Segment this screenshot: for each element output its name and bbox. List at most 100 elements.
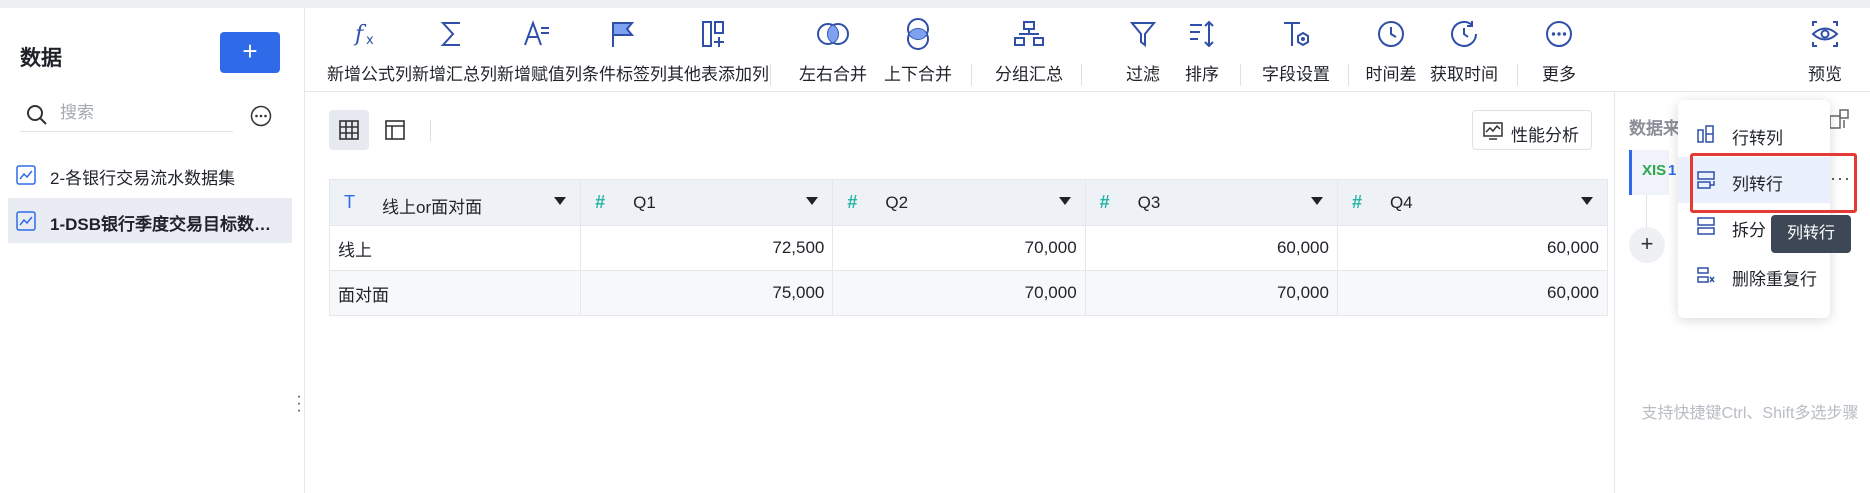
caret-down-icon[interactable] [554, 197, 567, 205]
column-header[interactable]: # Q2 [832, 179, 1086, 226]
menu-item-remove-duplicates[interactable]: 删除重复行 [1678, 252, 1830, 298]
assign-icon [524, 20, 549, 46]
top-strip [0, 0, 1870, 8]
caret-down-icon[interactable] [806, 197, 819, 205]
line-chart-icon [16, 211, 36, 231]
table-cell[interactable]: 70,000 [1084, 270, 1338, 316]
sidebar: 数据 + 2-各银行交易流水数据集 1-DSB银行季度交易目标数据集 ··· [0, 8, 305, 493]
toolbar-new-formula-column[interactable]: fx 新增公式列 [327, 14, 412, 90]
step-more-icon[interactable]: ··· [1830, 168, 1851, 189]
number-type-icon: # [1099, 192, 1110, 212]
toolbar-condition-tag-column[interactable]: 条件标签列 [582, 14, 667, 90]
search-icon [27, 105, 47, 125]
table-cell[interactable]: 70,000 [832, 270, 1086, 316]
toolbar-divider [1081, 64, 1082, 86]
dataset-item-active[interactable]: 1-DSB银行季度交易目标数据集 [8, 198, 292, 243]
grid-view-button[interactable] [329, 110, 369, 150]
caret-down-icon[interactable] [1581, 197, 1593, 205]
panel-settings-icon[interactable] [1828, 108, 1850, 130]
toolbar-new-assign-column[interactable]: 新增赋值列 [497, 14, 582, 90]
table-cell[interactable]: 72,500 [580, 225, 834, 271]
shortcut-hint: 支持快捷键Ctrl、Shift多选步骤 [1641, 405, 1859, 422]
toolbar-merge-vertical[interactable]: 上下合并 [878, 14, 958, 90]
sigma-icon [440, 22, 460, 46]
number-type-icon: # [847, 192, 858, 212]
toolbar-field-settings[interactable]: 字段设置 [1256, 14, 1336, 90]
step-connector [1646, 195, 1647, 227]
toolbar-new-summary-column[interactable]: 新增汇总列 [412, 14, 497, 90]
filter-icon [1129, 22, 1157, 47]
dataset-item[interactable]: 2-各银行交易流水数据集 [8, 152, 292, 197]
search-box[interactable] [20, 96, 233, 132]
toolbar: fx 新增公式列 新增汇总列 新增赋值列 条件标签列 其他表添加列 左右合并 上… [305, 8, 1870, 92]
group-icon [1014, 21, 1044, 46]
column-header[interactable]: T 线上or面对面 [328, 179, 582, 226]
toolbar-add-column-from-table[interactable]: 其他表添加列 [667, 14, 769, 90]
table-cell[interactable]: 60,000 [1336, 225, 1609, 271]
toolbar-merge-horizontal[interactable]: 左右合并 [793, 14, 873, 90]
formula-icon: fx [353, 22, 374, 48]
toolbar-divider [971, 64, 972, 86]
performance-analysis-button[interactable]: 性能分析 [1472, 110, 1592, 150]
tooltip: 列转行 [1771, 215, 1851, 253]
number-type-icon: # [595, 192, 606, 212]
data-table: T 线上or面对面 # Q1 # Q2 # Q3 # Q4 线上 72,500 70,00… [328, 179, 1609, 316]
table-row: 面对面 75,000 70,000 70,000 60,000 [328, 270, 1609, 316]
toolbar-divider [1348, 64, 1349, 86]
toolbar-more[interactable]: 更多 [1529, 14, 1589, 90]
dataset-label: 2-各银行交易流水数据集 [50, 169, 236, 188]
table-cell[interactable]: 线上 [328, 225, 582, 271]
flag-icon [612, 22, 635, 47]
toolbar-divider [770, 64, 771, 86]
get-time-icon [1451, 20, 1477, 47]
toolbar-preview[interactable]: 预览 [1800, 14, 1850, 90]
table-cell[interactable]: 60,000 [1336, 270, 1609, 316]
toolbar-group-summary[interactable]: 分组汇总 [989, 14, 1069, 90]
toolbar-sort[interactable]: 排序 [1177, 14, 1227, 90]
table-cell[interactable]: 75,000 [580, 270, 834, 316]
view-divider [430, 120, 431, 142]
caret-down-icon[interactable] [1310, 197, 1323, 205]
search-input[interactable] [60, 100, 230, 126]
eye-icon [1811, 21, 1839, 47]
column-header[interactable]: # Q3 [1084, 179, 1338, 226]
toolbar-divider [1517, 64, 1518, 86]
grid-icon [339, 120, 359, 140]
add-step-button[interactable]: + [1629, 227, 1665, 263]
field-settings-icon [1284, 22, 1309, 47]
number-type-icon: # [1351, 192, 1362, 212]
menu-item-row-to-column[interactable]: 行转列 [1678, 111, 1830, 157]
toolbar-get-time[interactable]: 获取时间 [1424, 14, 1504, 90]
column-header[interactable]: # Q4 [1336, 179, 1609, 226]
dataset-label: 1-DSB银行季度交易目标数据集 [50, 215, 285, 234]
svg-text:f: f [353, 22, 367, 47]
row-to-column-icon [1697, 125, 1714, 143]
clock-icon [1378, 21, 1404, 47]
more-icon [1546, 21, 1572, 47]
column-header[interactable]: # Q1 [580, 179, 834, 226]
table-cell[interactable]: 70,000 [832, 225, 1086, 271]
layout-view-button[interactable] [375, 110, 415, 150]
table-cell[interactable]: 面对面 [328, 270, 582, 316]
excel-icon: XIS [1642, 162, 1667, 179]
merge-horizontal-icon [817, 23, 849, 45]
sort-icon [1190, 20, 1214, 48]
split-icon [1697, 217, 1715, 235]
toolbar-divider [1240, 64, 1241, 86]
caret-down-icon[interactable] [1058, 197, 1071, 205]
add-column-icon [701, 21, 724, 47]
main-area: 性能分析 T 线上or面对面 # Q1 # Q2 # Q3 # Q4 线上 72,500 … [305, 92, 1613, 493]
svg-text:x: x [366, 33, 374, 48]
app: 数据 + 2-各银行交易流水数据集 1-DSB银行季度交易目标数据集 ··· f… [0, 8, 1870, 493]
resize-handle[interactable]: · · · [296, 389, 302, 419]
performance-icon [1483, 122, 1503, 140]
toolbar-filter[interactable]: 过滤 [1118, 14, 1168, 90]
add-dataset-button[interactable]: + [220, 32, 280, 73]
table-cell[interactable]: 60,000 [1084, 225, 1338, 271]
toolbar-time-diff[interactable]: 时间差 [1361, 14, 1421, 90]
table-row: 线上 72,500 70,000 60,000 60,000 [328, 225, 1609, 271]
layout-icon [385, 120, 405, 140]
more-options-icon[interactable] [250, 105, 272, 127]
text-type-icon: T [344, 192, 355, 212]
step-item[interactable]: XIS 1 [1629, 150, 1676, 195]
